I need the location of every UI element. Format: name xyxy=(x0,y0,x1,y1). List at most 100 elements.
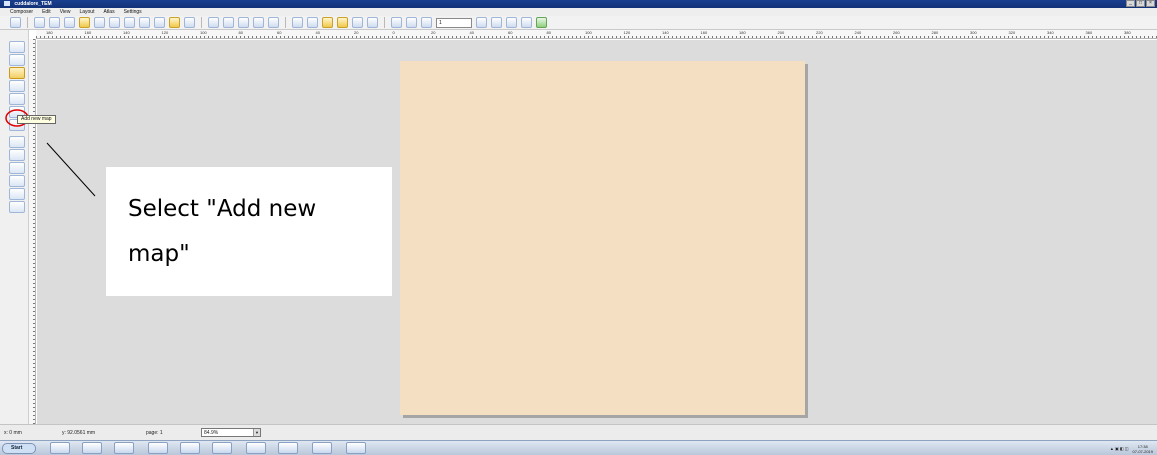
toolbar-separator xyxy=(384,17,385,28)
tray-icons[interactable]: ▲ ▣ ◧ ◫ xyxy=(1110,446,1129,451)
ruler-label: 160 xyxy=(84,30,92,35)
export-pdf-icon[interactable] xyxy=(154,17,165,28)
align-left-icon[interactable] xyxy=(367,17,378,28)
duplicate-composer-icon[interactable] xyxy=(49,17,60,28)
last-feature-icon[interactable] xyxy=(491,17,502,28)
load-template-icon[interactable] xyxy=(79,17,90,28)
ruler-label: 200 xyxy=(777,30,785,35)
x-coordinate-readout: x: 0 mm xyxy=(4,430,22,436)
refresh-view-icon[interactable] xyxy=(268,17,279,28)
minimize-button[interactable]: _ xyxy=(1126,0,1135,7)
add-legend-icon[interactable] xyxy=(9,149,25,161)
start-button[interactable]: Start xyxy=(2,443,36,454)
menu-composer[interactable]: Composer xyxy=(10,9,33,15)
undo-icon[interactable] xyxy=(169,17,180,28)
ruler-label: 180 xyxy=(739,30,746,35)
zoom-in-icon[interactable] xyxy=(238,17,249,28)
redo-icon[interactable] xyxy=(184,17,195,28)
next-feature-icon[interactable] xyxy=(476,17,487,28)
print-atlas-icon[interactable] xyxy=(506,17,517,28)
unlock-items-icon[interactable] xyxy=(307,17,318,28)
taskbar-app-icon[interactable] xyxy=(246,442,266,454)
menu-atlas[interactable]: Atlas xyxy=(103,9,114,15)
atlas-page-field[interactable]: 1 xyxy=(436,17,472,28)
page-paper[interactable] xyxy=(400,61,805,415)
menu-settings[interactable]: Settings xyxy=(124,9,142,15)
status-bar: x: 0 mm y: 92.0561 mm page: 1 84.9% ▼ xyxy=(0,424,1157,440)
ruler-label: 120 xyxy=(161,30,169,35)
new-composer-icon[interactable] xyxy=(34,17,45,28)
taskbar-app-icon[interactable] xyxy=(180,442,200,454)
save-project-icon[interactable] xyxy=(10,17,21,28)
composer-manager-icon[interactable] xyxy=(64,17,75,28)
taskbar-app-icon[interactable] xyxy=(346,442,366,454)
add-arrow-icon[interactable] xyxy=(9,188,25,200)
pan-tool-icon[interactable] xyxy=(9,41,25,53)
select-move-item-icon[interactable] xyxy=(9,67,25,79)
atlas-preview-icon[interactable] xyxy=(391,17,402,28)
add-scalebar-icon[interactable] xyxy=(9,162,25,174)
ruler-label: 20 xyxy=(431,30,436,35)
ruler-label: 40 xyxy=(469,30,474,35)
ruler-label: 140 xyxy=(123,30,130,35)
zoom-tool-icon[interactable] xyxy=(9,54,25,66)
export-atlas-icon[interactable] xyxy=(521,17,532,28)
ruler-label: 300 xyxy=(970,30,977,35)
callout-line-1: Select "Add new xyxy=(128,196,317,222)
atlas-settings-icon[interactable] xyxy=(536,17,547,28)
vertical-ruler xyxy=(29,39,36,424)
ruler-label: 100 xyxy=(585,30,592,35)
export-svg-icon[interactable] xyxy=(139,17,150,28)
zoom-value: 84.9% xyxy=(204,430,219,436)
export-image-icon[interactable] xyxy=(124,17,135,28)
menu-edit[interactable]: Edit xyxy=(42,9,51,15)
add-attribute-table-icon[interactable] xyxy=(9,201,25,213)
lock-items-icon[interactable] xyxy=(292,17,303,28)
taskbar-app-icon[interactable] xyxy=(312,442,332,454)
ruler-label: 20 xyxy=(354,30,359,35)
ungroup-items-icon[interactable] xyxy=(337,17,348,28)
maximize-button[interactable]: □ xyxy=(1136,0,1145,7)
ruler-label: 340 xyxy=(1047,30,1054,35)
clock-date: 07-07-2019 xyxy=(1132,448,1153,454)
ruler-label: 180 xyxy=(46,30,53,35)
previous-feature-icon[interactable] xyxy=(421,17,432,28)
taskbar-app-icon[interactable] xyxy=(50,442,70,454)
zoom-full-icon[interactable] xyxy=(208,17,219,28)
taskbar-app-icon[interactable] xyxy=(148,442,168,454)
chevron-down-icon[interactable]: ▼ xyxy=(253,429,260,436)
save-template-icon[interactable] xyxy=(94,17,105,28)
edit-nodes-icon[interactable] xyxy=(9,93,25,105)
zoom-combobox[interactable]: 84.9% ▼ xyxy=(201,428,261,437)
tool-palette xyxy=(0,30,29,424)
taskbar-app-icon[interactable] xyxy=(82,442,102,454)
windows-taskbar: Start ▲ ▣ ◧ ◫ 17:38 07-07-2019 xyxy=(0,440,1157,455)
move-item-content-icon[interactable] xyxy=(9,80,25,92)
close-button[interactable]: × xyxy=(1146,0,1155,7)
taskbar-app-icon[interactable] xyxy=(278,442,298,454)
clock: 17:38 07-07-2019 xyxy=(1133,444,1153,454)
horizontal-ruler: 180 160 140 120 100 80 60 40 20 0 20 40 60 80 100 120 14… xyxy=(36,30,1157,39)
menu-layout[interactable]: Layout xyxy=(79,9,94,15)
first-feature-icon[interactable] xyxy=(406,17,417,28)
zoom-100-icon[interactable] xyxy=(223,17,234,28)
ruler-label: 40 xyxy=(315,30,320,35)
group-items-icon[interactable] xyxy=(322,17,333,28)
menu-view[interactable]: View xyxy=(60,9,71,15)
y-coordinate-readout: y: 92.0561 mm xyxy=(62,430,96,436)
page-indicator: page: 1 xyxy=(146,430,163,436)
ruler-label: 280 xyxy=(931,30,939,35)
ruler-label: 220 xyxy=(816,30,823,35)
title-bar: cuddalore_TEM _ □ × xyxy=(0,0,1157,8)
instruction-callout: Select "Add new map" xyxy=(106,167,392,296)
print-icon[interactable] xyxy=(109,17,120,28)
taskbar-app-icon[interactable] xyxy=(114,442,134,454)
raise-items-icon[interactable] xyxy=(352,17,363,28)
ruler-label: 380 xyxy=(1124,30,1131,35)
ruler-label: 100 xyxy=(200,30,207,35)
taskbar-app-icon[interactable] xyxy=(212,442,232,454)
add-label-icon[interactable] xyxy=(9,136,25,148)
add-shape-icon[interactable] xyxy=(9,175,25,187)
window-controls: _ □ × xyxy=(1126,0,1155,8)
zoom-out-icon[interactable] xyxy=(253,17,264,28)
